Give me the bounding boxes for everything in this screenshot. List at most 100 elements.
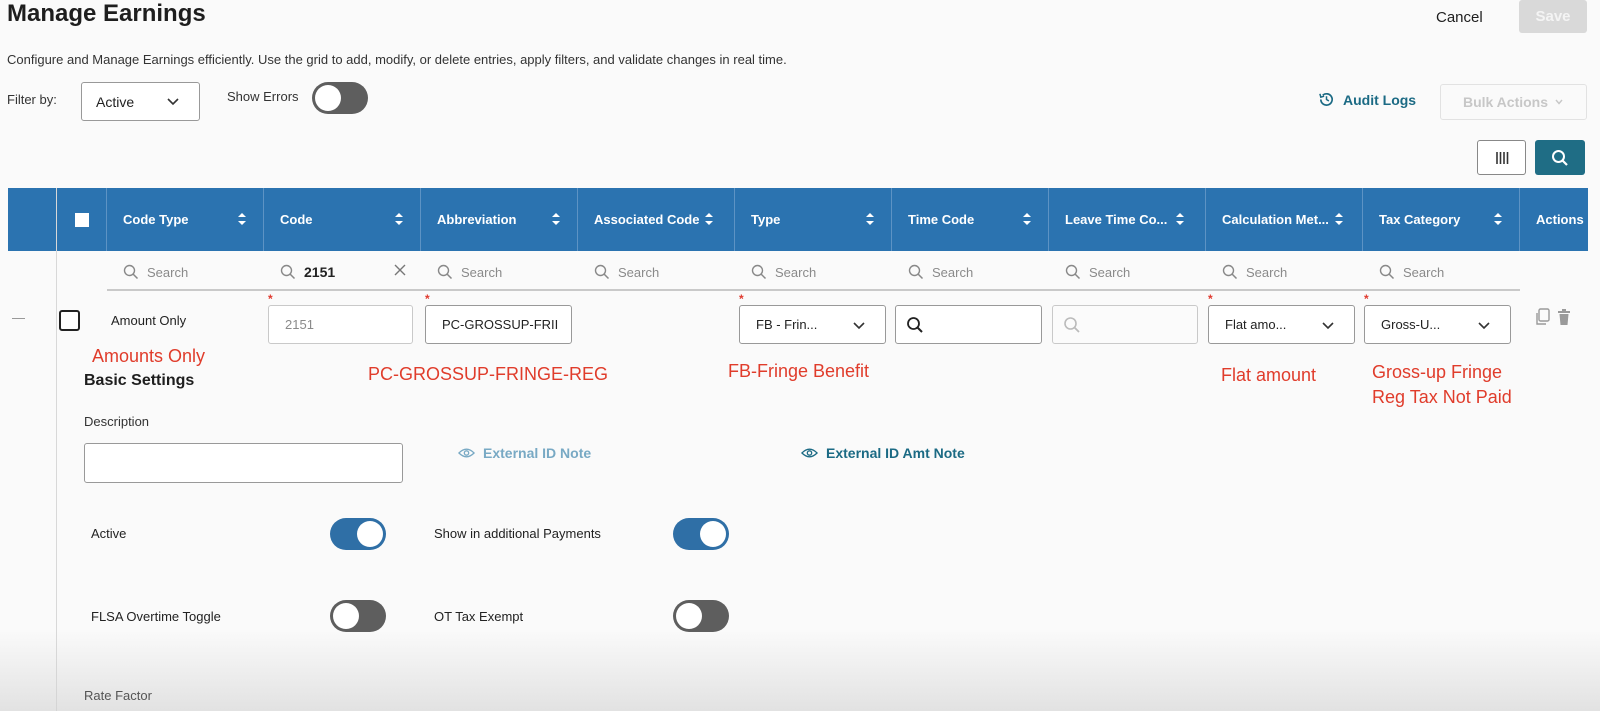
search-type[interactable]: Search bbox=[735, 255, 892, 291]
required-marker: * bbox=[739, 292, 744, 306]
external-id-amt-note-link[interactable]: External ID Amt Note bbox=[801, 445, 965, 461]
tax-category-select[interactable]: Gross-U... bbox=[1364, 305, 1511, 344]
active-toggle[interactable] bbox=[330, 518, 386, 550]
calculation-method-select[interactable]: Flat amo... bbox=[1208, 305, 1355, 344]
search-icon bbox=[908, 264, 924, 280]
search-tax-category[interactable]: Search bbox=[1363, 255, 1520, 291]
search-icon bbox=[123, 264, 139, 280]
row-checkbox[interactable] bbox=[59, 310, 80, 331]
header-label: Leave Time Co... bbox=[1065, 212, 1168, 227]
copy-icon[interactable] bbox=[1535, 308, 1551, 326]
external-id-amt-note-label: External ID Amt Note bbox=[826, 445, 965, 461]
search-abbreviation[interactable]: Search bbox=[421, 255, 578, 291]
show-errors-toggle[interactable] bbox=[312, 82, 368, 114]
annotation-tax-line-1: Gross-up Fringe bbox=[1372, 362, 1503, 382]
audit-logs-link[interactable]: Audit Logs bbox=[1318, 91, 1416, 108]
ot-tax-exempt-toggle[interactable] bbox=[673, 600, 729, 632]
toggle-knob bbox=[676, 603, 702, 629]
flsa-overtime-label: FLSA Overtime Toggle bbox=[91, 609, 221, 624]
code-value: 2151 bbox=[285, 317, 314, 332]
description-input[interactable] bbox=[84, 443, 403, 483]
bulk-actions-button[interactable]: Bulk Actions bbox=[1440, 84, 1587, 120]
close-icon[interactable] bbox=[393, 263, 407, 277]
search-icon bbox=[1064, 316, 1080, 333]
column-header-code-type[interactable]: Code Type bbox=[107, 188, 264, 251]
sort-icon[interactable] bbox=[1175, 211, 1185, 227]
audit-logs-label: Audit Logs bbox=[1343, 91, 1417, 108]
search-placeholder: Search bbox=[1403, 264, 1445, 280]
save-button[interactable]: Save bbox=[1519, 0, 1587, 33]
required-marker: * bbox=[1364, 292, 1369, 306]
required-marker: * bbox=[425, 292, 430, 306]
header-label: Time Code bbox=[908, 212, 975, 227]
sort-icon[interactable] bbox=[237, 211, 247, 227]
column-header-calculation-method[interactable]: Calculation Met... bbox=[1206, 188, 1363, 251]
header-label: Calculation Met... bbox=[1222, 212, 1329, 227]
column-header-time-code[interactable]: Time Code bbox=[892, 188, 1049, 251]
active-label: Active bbox=[91, 526, 127, 541]
sort-icon[interactable] bbox=[1493, 211, 1503, 227]
column-header-abbreviation[interactable]: Abbreviation bbox=[421, 188, 578, 251]
toggle-knob bbox=[333, 603, 359, 629]
search-leave-time-code[interactable]: Search bbox=[1049, 255, 1206, 291]
search-calculation-method[interactable]: Search bbox=[1206, 255, 1363, 291]
external-id-note-label: External ID Note bbox=[483, 445, 592, 461]
type-select[interactable]: FB - Frin... bbox=[739, 305, 886, 344]
required-marker: * bbox=[268, 292, 273, 306]
column-header-tax-category[interactable]: Tax Category bbox=[1363, 188, 1520, 251]
external-id-note-link[interactable]: External ID Note bbox=[458, 445, 591, 461]
chevron-down-icon bbox=[1478, 322, 1490, 330]
select-all-checkbox[interactable] bbox=[74, 212, 89, 227]
search-time-code[interactable]: Search bbox=[892, 255, 1049, 291]
header-label: Tax Category bbox=[1379, 212, 1461, 227]
sort-icon[interactable] bbox=[1022, 211, 1032, 227]
annotation-calc-method: Flat amount bbox=[1221, 365, 1317, 385]
column-chooser-button[interactable] bbox=[1477, 140, 1526, 175]
sort-icon[interactable] bbox=[865, 211, 875, 227]
search-placeholder: Search bbox=[147, 264, 189, 280]
sort-icon[interactable] bbox=[1334, 211, 1344, 227]
show-errors-label: Show Errors bbox=[227, 89, 299, 104]
sort-icon[interactable] bbox=[551, 211, 561, 227]
columns-icon bbox=[1495, 151, 1508, 164]
select-all-header[interactable] bbox=[57, 188, 107, 251]
filter-label: Filter by: bbox=[7, 92, 57, 107]
sort-icon[interactable] bbox=[704, 211, 714, 227]
tax-category-value: Gross-U... bbox=[1381, 317, 1441, 332]
search-icon bbox=[280, 264, 296, 280]
leave-time-code-lookup[interactable] bbox=[1052, 305, 1198, 344]
code-input[interactable]: 2151 bbox=[268, 305, 413, 344]
cancel-button[interactable]: Cancel bbox=[1436, 4, 1483, 30]
page-subtitle: Configure and Manage Earnings efficientl… bbox=[7, 52, 787, 67]
type-value: FB - Frin... bbox=[756, 317, 818, 332]
column-header-type[interactable]: Type bbox=[735, 188, 892, 251]
search-icon bbox=[1065, 264, 1081, 280]
chevron-down-icon bbox=[1555, 99, 1563, 105]
search-code-type[interactable]: Search bbox=[107, 255, 264, 291]
column-header-code[interactable]: Code bbox=[264, 188, 421, 251]
search-placeholder: Search bbox=[1246, 264, 1288, 280]
grid-search-button[interactable] bbox=[1535, 140, 1585, 175]
flsa-overtime-toggle[interactable] bbox=[330, 600, 386, 632]
sort-icon[interactable] bbox=[394, 211, 404, 227]
filter-select[interactable]: Active bbox=[81, 82, 200, 121]
collapse-row-icon[interactable] bbox=[12, 318, 25, 319]
header-label: Associated Code bbox=[594, 212, 700, 227]
trash-icon[interactable] bbox=[1557, 308, 1571, 326]
bottom-fade bbox=[0, 630, 1600, 711]
bulk-actions-label: Bulk Actions bbox=[1462, 94, 1549, 110]
column-header-actions: Actions bbox=[1520, 188, 1588, 251]
column-header-leave-time-code[interactable]: Leave Time Co... bbox=[1049, 188, 1206, 251]
time-code-lookup[interactable] bbox=[895, 305, 1042, 344]
search-code[interactable]: 2151 bbox=[264, 255, 421, 291]
grid-header: Code Type Code Abbreviation Associated C… bbox=[8, 188, 1588, 251]
basic-settings-title: Basic Settings bbox=[84, 372, 195, 389]
annotation-code-type: Amounts Only bbox=[92, 346, 206, 366]
abbreviation-input[interactable]: PC-GROSSUP-FRII bbox=[425, 305, 572, 344]
header-label: Code bbox=[280, 212, 313, 227]
show-additional-payments-toggle[interactable] bbox=[673, 518, 729, 550]
search-placeholder: Search bbox=[775, 264, 817, 280]
column-header-associated-code[interactable]: Associated Code bbox=[578, 188, 735, 251]
toggle-knob bbox=[315, 85, 341, 111]
search-associated-code[interactable]: Search bbox=[578, 255, 735, 291]
